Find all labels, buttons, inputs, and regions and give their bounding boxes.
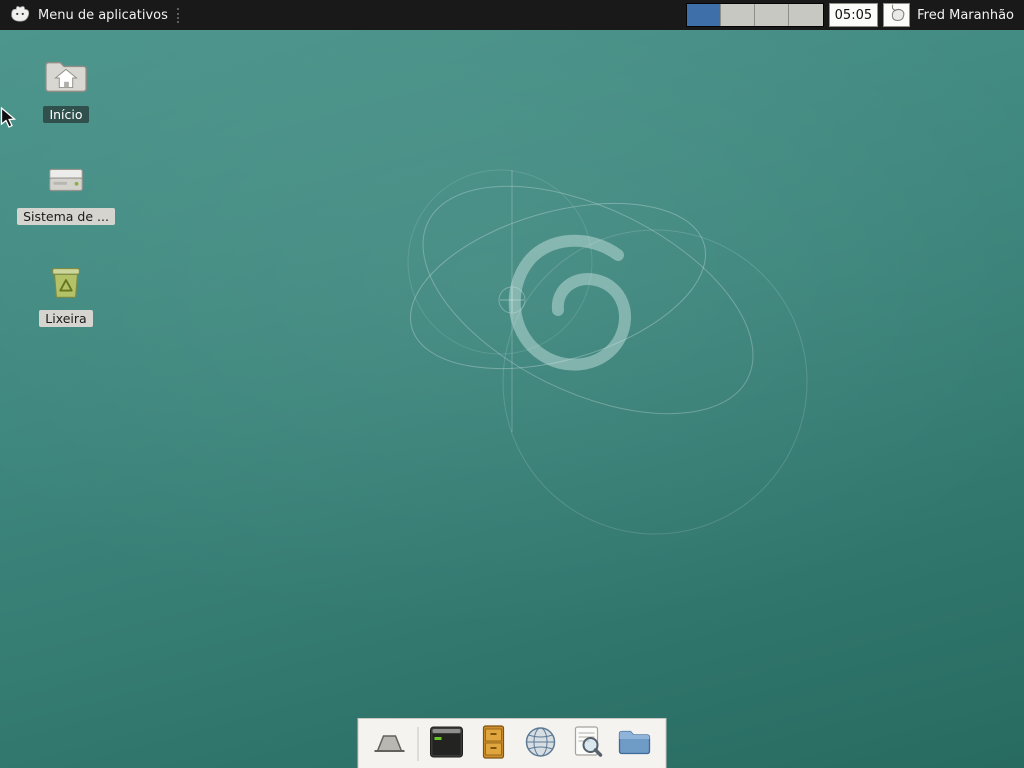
web-browser-launcher[interactable] [522, 725, 560, 763]
show-desktop-button[interactable] [371, 725, 409, 763]
desktop-icon-home[interactable]: Início [18, 56, 114, 123]
mouse-device-tray-button[interactable] [883, 3, 910, 27]
desktop-icon-trash[interactable]: Lixeira [18, 260, 114, 327]
workspace-3[interactable] [755, 4, 789, 26]
show-desktop-icon [372, 724, 408, 764]
clock[interactable]: 05:05 [829, 3, 878, 27]
workspace-switcher [686, 3, 824, 27]
dock-separator [418, 727, 419, 761]
xfce-mouse-logo-icon [9, 2, 31, 28]
file-manager-launcher[interactable] [616, 725, 654, 763]
desktop-icon-label: Início [43, 106, 88, 123]
panel-left-section: Menu de aplicativos [4, 0, 184, 30]
mouse-cursor [0, 107, 18, 133]
desktop-icon-label: Sistema de ... [17, 208, 115, 225]
mouse-device-icon [887, 3, 907, 27]
workspace-1[interactable] [687, 4, 721, 26]
workspace-2[interactable] [721, 4, 755, 26]
applications-menu-label: Menu de aplicativos [38, 8, 168, 23]
top-panel: Menu de aplicativos 05:05 Fred Ma [0, 0, 1024, 30]
user-actions-menu[interactable]: Fred Maranhão [915, 8, 1020, 23]
panel-right-section: 05:05 Fred Maranhão [686, 0, 1020, 30]
home-folder-icon [43, 56, 89, 102]
web-browser-globe-icon [523, 724, 559, 764]
filesystem-drive-icon [43, 158, 89, 204]
file-manager-folder-icon [617, 724, 653, 764]
trash-bin-icon [43, 260, 89, 306]
terminal-launcher[interactable] [428, 725, 466, 763]
desktop-icon-filesystem[interactable]: Sistema de ... [18, 158, 114, 225]
file-cabinet-launcher[interactable] [475, 725, 513, 763]
file-cabinet-icon [476, 724, 512, 764]
search-files-launcher[interactable] [569, 725, 607, 763]
panel-separator-grip [177, 8, 184, 23]
terminal-icon [429, 724, 465, 764]
bottom-dock [358, 718, 667, 768]
debian-swirl-watermark [0, 0, 1024, 738]
desktop: Menu de aplicativos 05:05 Fred Ma [0, 0, 1024, 768]
search-files-icon [570, 724, 606, 764]
desktop-icon-label: Lixeira [39, 310, 92, 327]
applications-menu-button[interactable]: Menu de aplicativos [4, 0, 173, 30]
workspace-4[interactable] [789, 4, 823, 26]
